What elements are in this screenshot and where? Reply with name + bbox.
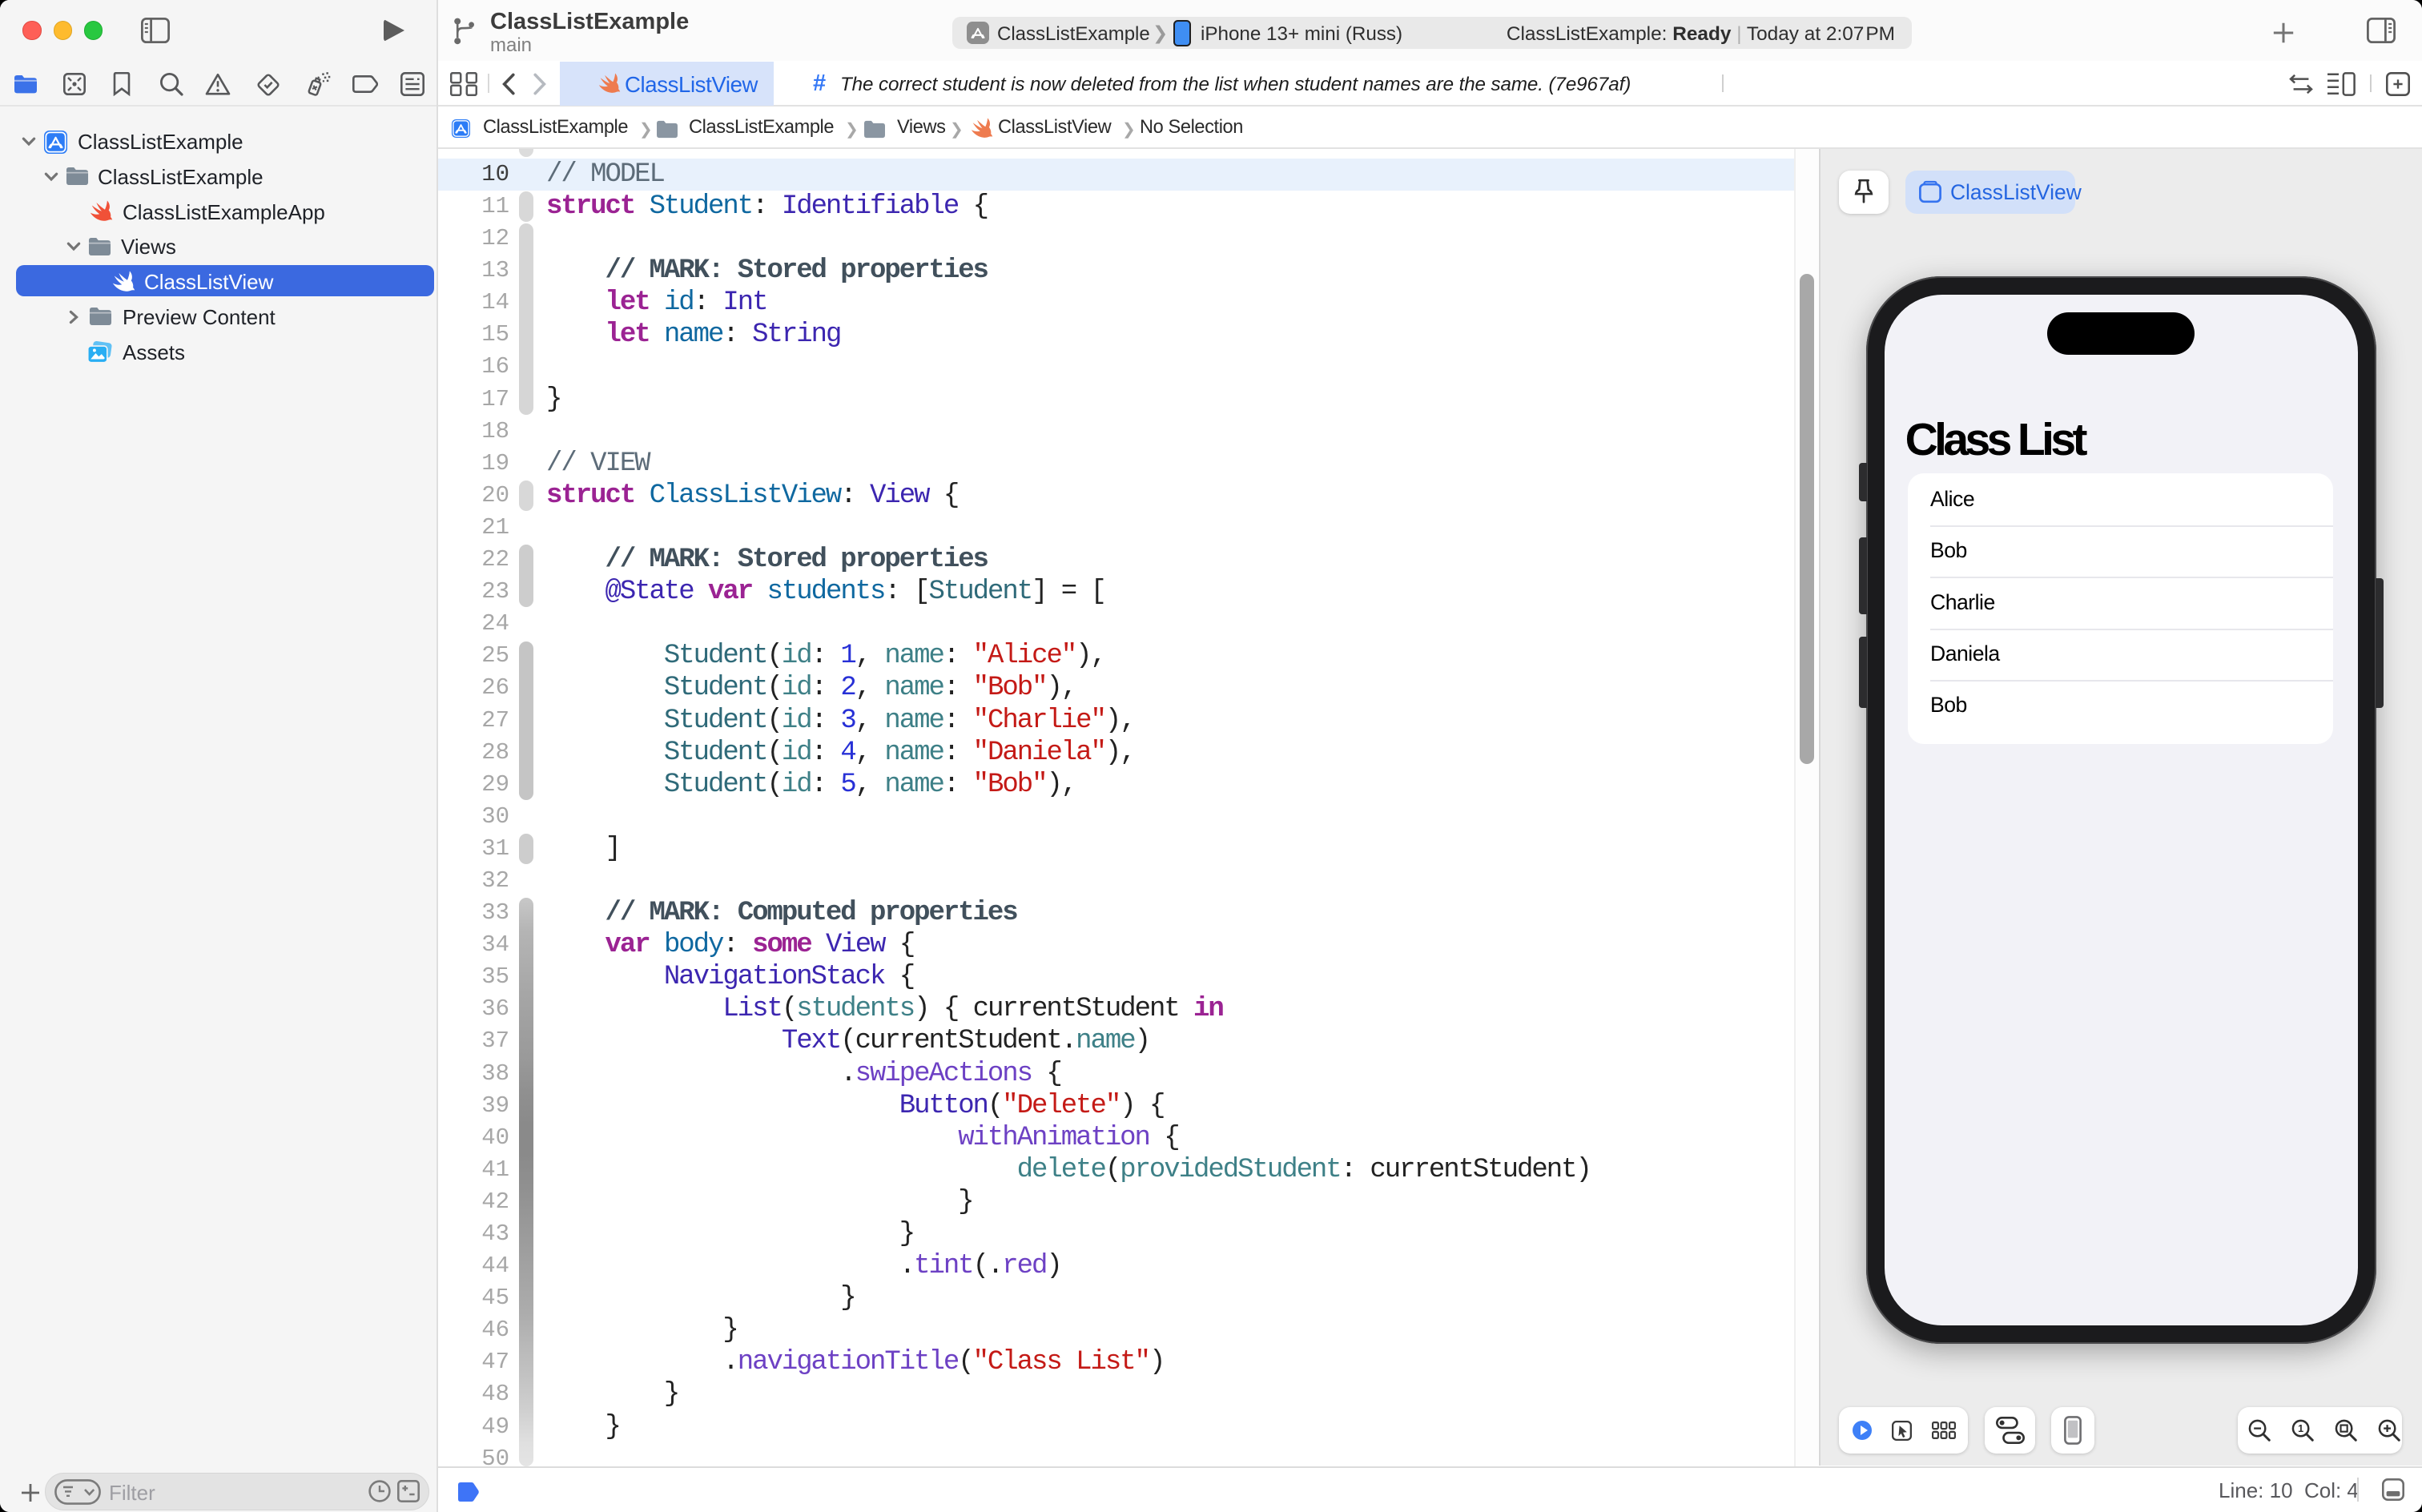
svg-text:1: 1 [2298,1423,2303,1434]
